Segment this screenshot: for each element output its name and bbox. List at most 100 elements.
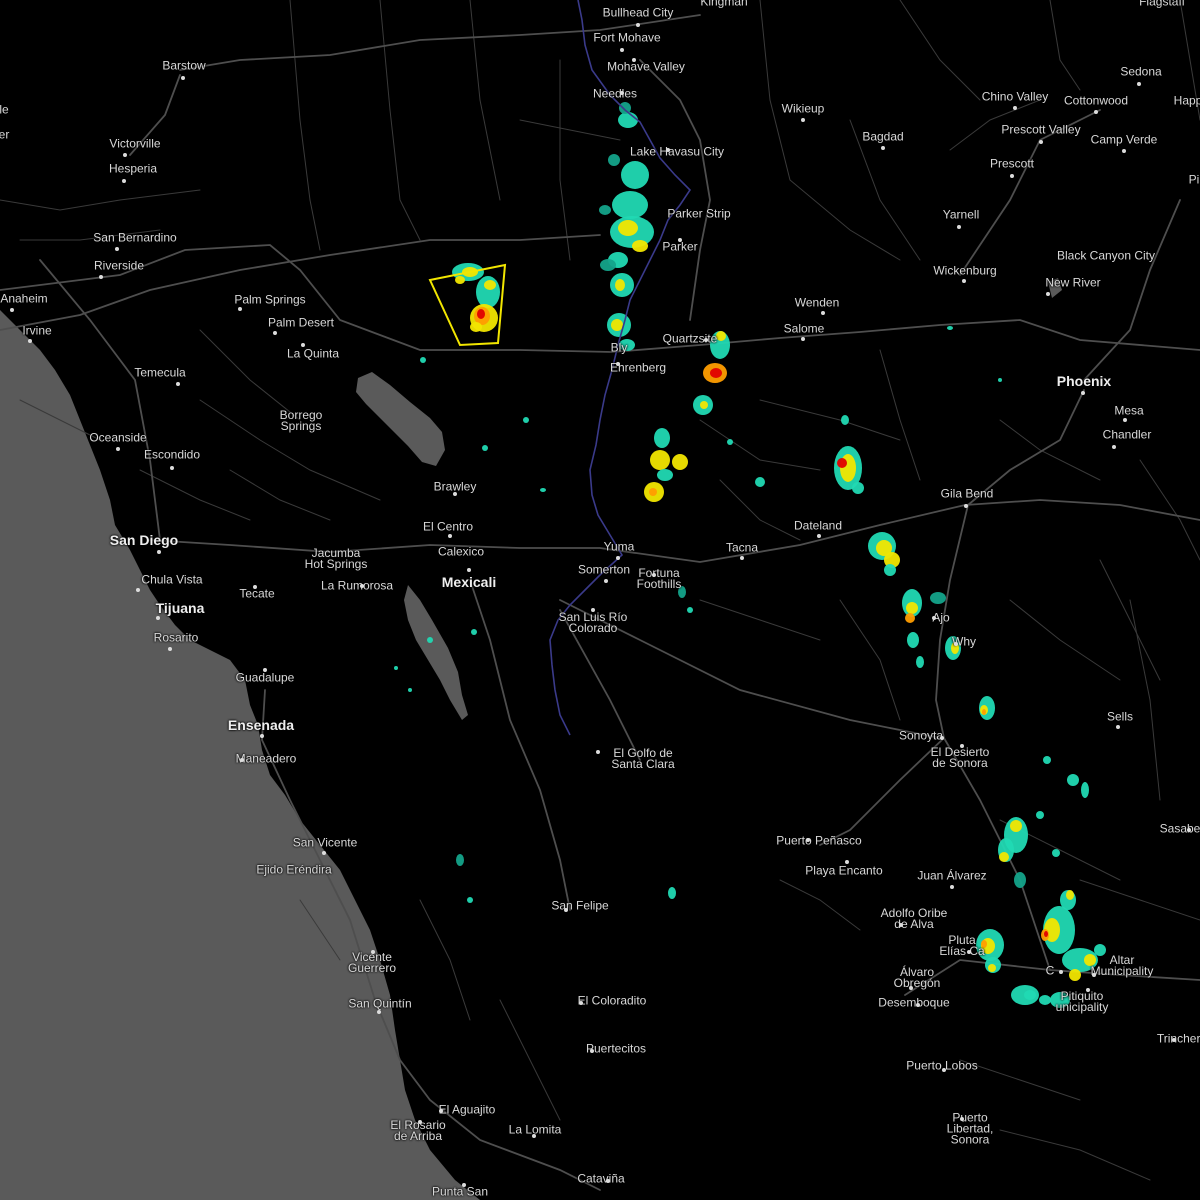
place-label-sells: Sells	[1106, 709, 1134, 724]
radar-cell-78	[1039, 995, 1051, 1005]
road-28	[299, 899, 341, 961]
radar-cell-94	[456, 854, 464, 866]
radar-cell-88	[420, 357, 426, 363]
city-dot	[564, 908, 568, 912]
place-label-caborca: C	[1045, 963, 1055, 978]
city-dot	[1187, 828, 1191, 832]
place-label-pitiquito: Pitiquito unicipality	[1055, 989, 1109, 1014]
place-label-altar-municipality: Altar Municipality	[1090, 953, 1154, 978]
place-label-victorville: Victorville	[109, 136, 161, 151]
place-label-trincheras: Trinchera	[1156, 1031, 1200, 1046]
city-dot	[263, 668, 267, 672]
radar-map[interactable]: Bullhead City Kingman Flagstaff Fort Mohave…	[0, 0, 1200, 1200]
place-label-phoenix: Phoenix	[1056, 373, 1112, 389]
city-dot	[1059, 970, 1063, 974]
city-dot	[238, 307, 242, 311]
radar-cell-40	[852, 482, 864, 494]
radar-cell-91	[727, 439, 733, 445]
place-label-puerto-libertad: Puerto Libertad, Sonora	[946, 1110, 994, 1147]
city-dot	[954, 642, 958, 646]
radar-cell-44	[884, 564, 896, 576]
radar-cell-64	[1044, 931, 1048, 937]
radar-cell-6	[632, 240, 648, 252]
city-dot	[806, 838, 810, 842]
radar-cell-14	[599, 205, 611, 215]
city-dot	[962, 279, 966, 283]
place-label-gila-bend: Gila Bend	[940, 486, 994, 501]
radar-cell-46	[906, 602, 918, 614]
city-dot	[909, 986, 913, 990]
city-dot	[932, 616, 936, 620]
place-label-san-bernardino: San Bernardino	[93, 230, 177, 245]
place-label-parker: Parker	[662, 239, 698, 254]
city-dot	[1013, 106, 1017, 110]
city-dot	[579, 1001, 583, 1005]
place-label-salome: Salome	[783, 321, 825, 336]
radar-cell-95	[467, 897, 473, 903]
city-dot	[10, 308, 14, 312]
place-label-yarnell: Yarnell	[942, 207, 980, 222]
city-dot	[156, 616, 160, 620]
place-label-palm-springs: Palm Springs	[234, 292, 306, 307]
radar-cell-92	[947, 326, 953, 330]
city-dot	[740, 556, 744, 560]
place-label-ejido-erendira: Ejido Eréndira	[256, 862, 332, 877]
place-label-juan-alvarez: Juan Álvarez	[917, 868, 987, 883]
place-label-guadalupe: Guadalupe	[235, 670, 295, 685]
radar-cell-32	[650, 450, 670, 470]
place-label-edge-er: er	[0, 127, 10, 142]
city-dot	[881, 146, 885, 150]
city-dot	[590, 1049, 594, 1053]
place-label-cottonwood: Cottonwood	[1063, 93, 1129, 108]
city-dot	[596, 750, 600, 754]
city-dot	[666, 148, 670, 152]
place-label-el-golfo-de-santa-clara: El Golfo de Santa Clara	[611, 746, 675, 771]
city-dot	[28, 339, 32, 343]
place-label-el-centro: El Centro	[422, 519, 474, 534]
place-label-chula-vista: Chula Vista	[141, 572, 203, 587]
city-dot	[960, 1117, 964, 1121]
place-label-san-felipe: San Felipe	[551, 898, 609, 913]
city-dot	[115, 247, 119, 251]
radar-cell-80	[1067, 774, 1079, 786]
place-label-needles: Needles	[592, 86, 638, 101]
radar-cell-89	[482, 445, 488, 451]
radar-cell-30	[700, 401, 708, 409]
city-dot	[253, 585, 257, 589]
place-label-san-quintin: San Quintín	[348, 996, 412, 1011]
city-dot	[322, 851, 326, 855]
city-dot	[916, 1003, 920, 1007]
place-label-tijuana: Tijuana	[155, 600, 205, 616]
place-label-sonoyta: Sonoyta	[898, 728, 944, 743]
place-label-la-quinta: La Quinta	[286, 346, 340, 361]
radar-cell-57	[1010, 820, 1022, 832]
place-label-anaheim: Anaheim	[0, 291, 48, 306]
place-label-sasabe: Sasabe	[1159, 821, 1200, 836]
city-dot	[453, 492, 457, 496]
radar-cell-15	[608, 154, 620, 166]
place-label-escondido: Escondido	[143, 447, 201, 462]
radar-cell-1	[619, 102, 631, 114]
city-dot	[532, 1134, 536, 1138]
radar-cell-0	[618, 112, 638, 128]
city-dot	[99, 275, 103, 279]
place-label-san-vicente: San Vicente	[292, 835, 358, 850]
city-dot	[845, 860, 849, 864]
place-label-la-rumorosa: La Rumorosa	[320, 578, 394, 593]
place-label-desemboque: Desemboque	[878, 995, 950, 1010]
city-dot	[1116, 725, 1120, 729]
radar-cell-100	[394, 666, 398, 670]
radar-cell-8	[600, 259, 616, 271]
city-dot	[181, 76, 185, 80]
city-dot	[940, 736, 944, 740]
place-label-wickenburg: Wickenburg	[933, 263, 997, 278]
city-dot	[1094, 110, 1098, 114]
place-label-punta-san: Punta San	[431, 1184, 489, 1199]
place-label-flagstaff: Flagstaff	[1139, 0, 1185, 9]
city-dot	[957, 225, 961, 229]
place-label-parker-strip: Parker Strip	[667, 206, 731, 221]
city-dot	[801, 118, 805, 122]
radar-cell-86	[755, 477, 765, 487]
place-label-edge-happ: Happ	[1173, 93, 1200, 108]
radar-cell-71	[988, 964, 996, 972]
